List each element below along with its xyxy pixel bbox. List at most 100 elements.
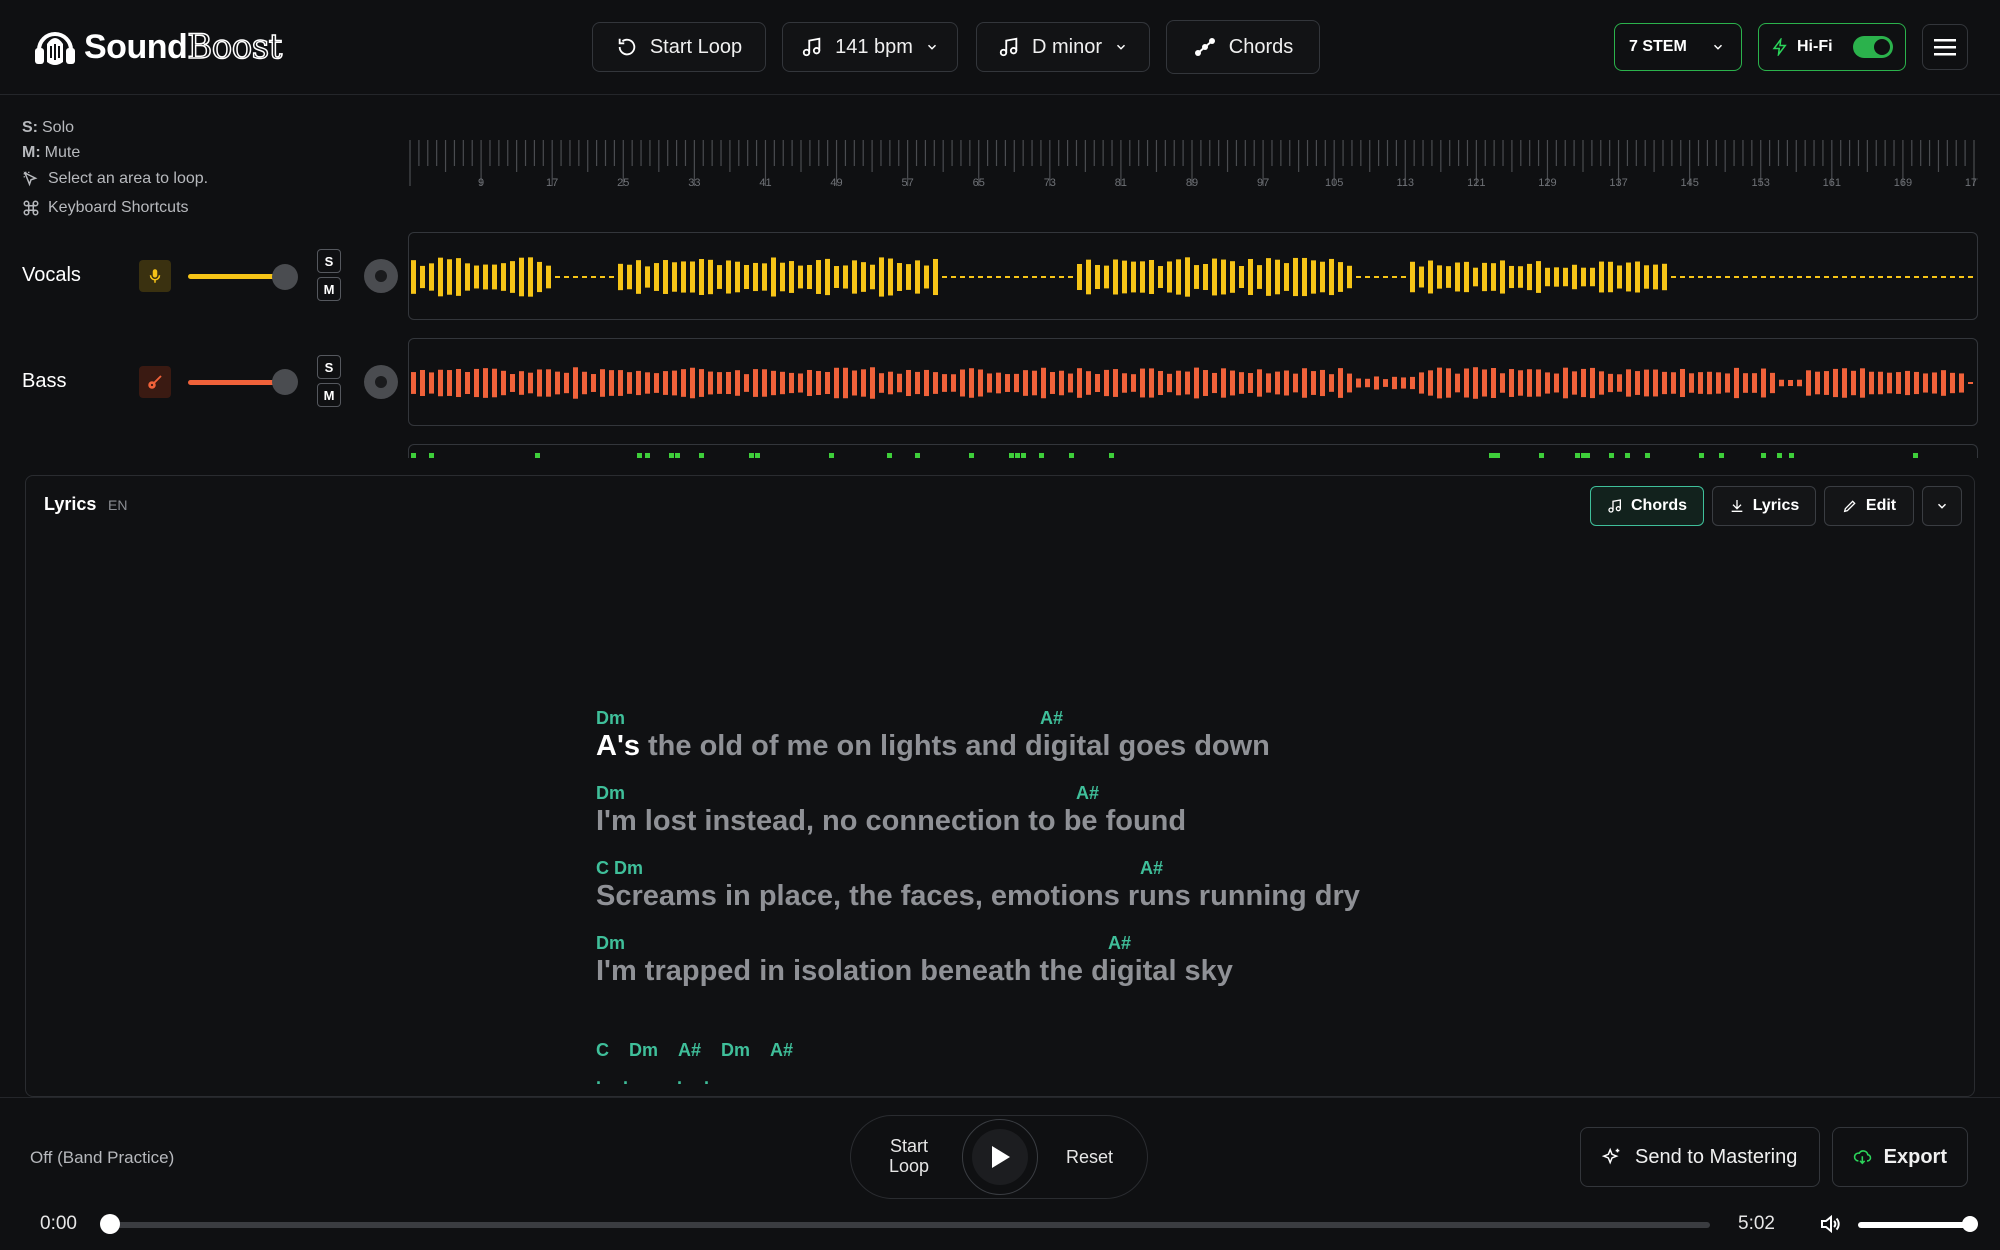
lyric-line: I'm lost instead, no connection to be fo…: [596, 805, 1496, 838]
music-note-icon: [802, 37, 821, 57]
chord-line: Dm A#: [596, 933, 1496, 955]
bass-solo-button[interactable]: S: [317, 355, 341, 379]
play-button[interactable]: [962, 1119, 1038, 1195]
lyric-block[interactable]: C Dm A# Screams in place, the faces, emoti…: [596, 858, 1496, 913]
bass-volume-knob[interactable]: [272, 369, 298, 395]
chord-label: A#: [1076, 783, 1100, 803]
send-to-mastering-label: Send to Mastering: [1635, 1145, 1798, 1168]
chord-line: C Dm A#: [596, 858, 1496, 880]
vocals-mute-button[interactable]: M: [317, 277, 341, 301]
timeline-ruler[interactable]: 9 17 25 33 41 49 57 65 73 81 89 97 105 113 121 129 137 14…: [408, 138, 1983, 194]
current-word: A's: [596, 730, 640, 762]
lyric-block[interactable]: Dm A# A's the old of me on lights and digi…: [596, 708, 1496, 763]
vocals-pan-knob[interactable]: [364, 259, 398, 293]
vocals-waveform[interactable]: [408, 232, 1978, 320]
ruler-label: 153: [1752, 177, 1770, 189]
solo-key: S:: [22, 119, 38, 136]
ruler-label: 97: [1257, 177, 1269, 189]
ruler-label: 57: [902, 177, 914, 189]
hifi-toggle[interactable]: Hi-Fi: [1758, 23, 1906, 71]
microphone-icon[interactable]: [139, 260, 171, 292]
lyric-text: Screams in place, the faces, emotions ru…: [596, 880, 1360, 912]
chord-label: A#: [1140, 858, 1164, 878]
export-button[interactable]: Export: [1832, 1127, 1968, 1187]
lightning-icon: [1772, 38, 1787, 56]
play-icon: [992, 1146, 1010, 1168]
download-lyrics-button[interactable]: Lyrics: [1712, 486, 1816, 526]
lyrics-language: EN: [108, 497, 128, 513]
keyboard-shortcuts-label: Keyboard Shortcuts: [48, 199, 189, 216]
bass-waveform[interactable]: [408, 338, 1978, 426]
chord-label: A#: [678, 1040, 702, 1060]
keyboard-shortcuts-link[interactable]: Keyboard Shortcuts: [22, 199, 189, 217]
bass-mute-button[interactable]: M: [317, 383, 341, 407]
hamburger-icon: [1934, 39, 1956, 56]
guitar-icon[interactable]: [139, 366, 171, 398]
loop-hint: Select an area to loop.: [22, 170, 208, 188]
next-lyrics-peek: .. ..: [596, 1080, 796, 1088]
footer-start-loop-button[interactable]: Start Loop: [878, 1136, 940, 1176]
ruler-label: 113: [1396, 177, 1414, 189]
chords-toggle-button[interactable]: Chords: [1590, 486, 1704, 526]
vocals-volume-slider[interactable]: [188, 274, 278, 279]
stem-dropdown[interactable]: 7 STEM: [1614, 23, 1742, 71]
volume-knob[interactable]: [1962, 1216, 1978, 1232]
tempo-label: 141 bpm: [835, 35, 913, 58]
app-logo[interactable]: SoundBoost: [32, 24, 283, 70]
vocals-volume-knob[interactable]: [272, 264, 298, 290]
progress-knob[interactable]: [100, 1214, 120, 1234]
start-loop-line2: Loop: [888, 1156, 930, 1176]
track-name-vocals: Vocals: [22, 264, 81, 286]
chord-label: Dm: [596, 708, 626, 728]
command-icon: [23, 200, 39, 216]
tempo-dropdown[interactable]: 141 bpm: [782, 22, 958, 72]
ruler-label: 49: [830, 177, 842, 189]
chords-header-button[interactable]: Chords: [1166, 20, 1320, 74]
download-lyrics-label: Lyrics: [1752, 497, 1800, 514]
lyric-line: A's the old of me on lights and digital …: [596, 730, 1496, 763]
bass-volume-slider[interactable]: [188, 380, 278, 385]
chord-label: Dm: [596, 933, 626, 953]
ruler-label: 137: [1609, 177, 1627, 189]
edit-lyrics-button[interactable]: Edit: [1824, 486, 1914, 526]
mute-hint-label: Mute: [44, 144, 81, 161]
pencil-icon: [1843, 500, 1856, 513]
music-note-icon: [999, 37, 1018, 57]
cursor-select-icon: [23, 171, 38, 187]
mode-label: Off (Band Practice): [30, 1148, 175, 1167]
vocals-solo-button[interactable]: S: [317, 249, 341, 273]
progress-bar[interactable]: [110, 1222, 1710, 1228]
volume-slider[interactable]: [1858, 1222, 1974, 1228]
start-loop-button[interactable]: Start Loop: [592, 22, 766, 72]
cloud-download-icon: [1853, 1150, 1872, 1165]
loop-hint-label: Select an area to loop.: [48, 170, 209, 187]
bass-pan-knob[interactable]: [364, 365, 398, 399]
export-label: Export: [1883, 1145, 1947, 1168]
stem-label: 7 STEM: [1629, 38, 1687, 55]
ruler-label: 169: [1894, 177, 1912, 189]
chords-label: Chords: [1228, 35, 1294, 58]
lyric-text: the old of me on lights and digital goes…: [639, 730, 1270, 762]
chord-label: Dm: [629, 1040, 659, 1060]
reset-button[interactable]: Reset: [1066, 1147, 1113, 1168]
lyric-block[interactable]: Dm A# I'm trapped in isolation beneath the…: [596, 933, 1496, 988]
send-to-mastering-button[interactable]: Send to Mastering: [1580, 1127, 1820, 1187]
lyric-block[interactable]: Dm A# I'm lost instead, no connection to b…: [596, 783, 1496, 838]
volume-icon[interactable]: [1818, 1212, 1842, 1241]
solo-hint-label: Solo: [42, 119, 75, 136]
ruler-label: 105: [1325, 177, 1343, 189]
chord-label: A#: [1040, 708, 1064, 728]
lyrics-lines: Dm A# A's the old of me on lights and digi…: [596, 708, 1496, 988]
hifi-switch[interactable]: [1852, 36, 1893, 58]
chord-label: C Dm: [596, 858, 644, 878]
next-track-waveform[interactable]: [408, 444, 1978, 458]
menu-button[interactable]: [1922, 24, 1968, 70]
ruler-label: 121: [1467, 177, 1485, 189]
lyrics-more-button[interactable]: [1922, 486, 1962, 526]
music-note-icon: [1608, 499, 1621, 513]
ruler-label: 89: [1186, 177, 1198, 189]
track-name-bass: Bass: [22, 370, 67, 392]
ruler-label: 129: [1538, 177, 1556, 189]
lyrics-panel: Lyrics EN Chords Lyrics Edit Dm A# A's the…: [25, 475, 1975, 1097]
key-dropdown[interactable]: D minor: [976, 22, 1150, 72]
